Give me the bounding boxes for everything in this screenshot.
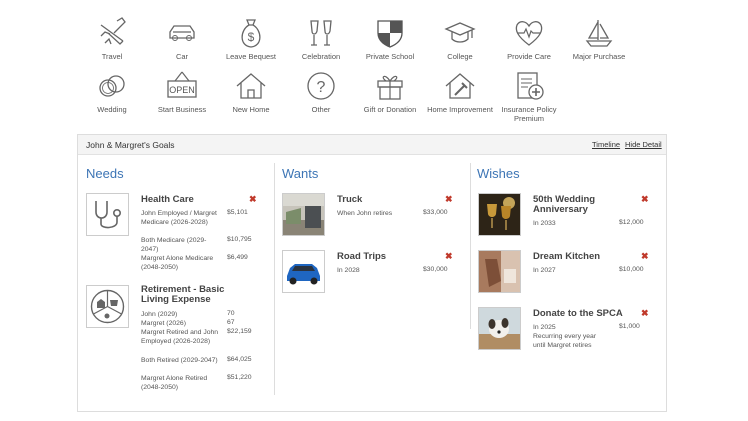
delete-goal-icon[interactable]: ✖: [641, 308, 649, 319]
goal-title: Truck: [337, 194, 363, 205]
svg-text:?: ?: [317, 79, 326, 96]
spca-photo: [478, 307, 521, 350]
delete-goal-icon[interactable]: ✖: [445, 194, 453, 205]
sailboat-icon: [585, 20, 613, 47]
anniversary-photo: [478, 193, 521, 236]
dog-image: [479, 308, 520, 349]
detail-label: Margret (2026): [141, 320, 186, 327]
hide-detail-link[interactable]: Hide Detail: [625, 140, 662, 149]
question-icon: ?: [307, 72, 335, 100]
car-icon: [169, 25, 195, 41]
category-label: Major Purchase: [572, 52, 626, 61]
money-bag-icon: $: [241, 19, 261, 48]
stethoscope-icon: [95, 201, 121, 229]
goal-amount: $30,000: [423, 266, 448, 273]
kitchen-photo: [478, 250, 521, 293]
house-icon: [236, 73, 266, 99]
detail-value: $51,220: [227, 374, 252, 381]
retirement-thumbnail: [86, 285, 129, 328]
detail-value: $64,025: [227, 356, 252, 363]
health-care-thumbnail: [86, 193, 129, 236]
goal-title: Health Care: [141, 194, 194, 205]
detail-value: $5,101: [227, 209, 248, 216]
rings-icon: [99, 75, 125, 97]
delete-goal-icon[interactable]: ✖: [445, 251, 453, 262]
blue-car-image: [283, 251, 324, 292]
needs-heading: Needs: [86, 166, 124, 181]
shield-icon: [377, 20, 403, 48]
svg-text:$: $: [248, 30, 255, 44]
goal-timing: In 2033: [533, 220, 556, 227]
heart-pulse-icon: [515, 21, 543, 46]
goals-panel-title: John & Margret's Goals: [86, 140, 175, 150]
detail-value: $22,159: [227, 328, 252, 335]
gift-icon: [377, 75, 403, 100]
detail-label: Margret Alone Medicare (2048-2050): [141, 255, 214, 271]
detail-label: Both Medicare (2029-2047): [141, 237, 207, 253]
goals-panel-header: John & Margret's Goals Timeline Hide Det…: [78, 135, 666, 155]
goal-timing: In 2025: [533, 324, 556, 331]
house-hammer-icon: [445, 73, 475, 99]
kitchen-image: [479, 251, 520, 292]
goal-amount: $33,000: [423, 209, 448, 216]
timeline-link[interactable]: Timeline: [592, 140, 620, 149]
open-sign-icon: OPEN: [167, 71, 197, 98]
goal-title: Road Trips: [337, 251, 387, 262]
goal-timing: When John retires: [337, 210, 393, 217]
road-trips-photo: [282, 250, 325, 293]
open-sign-text: OPEN: [169, 85, 195, 95]
truck-photo: [282, 193, 325, 236]
policy-document-icon: [517, 72, 544, 100]
detail-label: John (2029): [141, 311, 178, 318]
goal-note: Recurring every year until Margret retir…: [533, 333, 597, 349]
retirement-pie-icon: [90, 289, 125, 324]
delete-goal-icon[interactable]: ✖: [249, 194, 257, 205]
column-divider: [274, 163, 275, 395]
wishes-heading: Wishes: [477, 166, 520, 181]
wants-heading: Wants: [282, 166, 319, 181]
detail-value: 67: [227, 319, 235, 326]
detail-label: John Employed / Margret Medicare (2026-2…: [141, 210, 217, 226]
goals-panel: John & Margret's Goals Timeline Hide Det…: [77, 134, 667, 412]
goal-timing: In 2027: [533, 267, 556, 274]
truck-image: [283, 194, 324, 235]
delete-goal-icon[interactable]: ✖: [641, 194, 649, 205]
goal-amount: $12,000: [619, 219, 644, 226]
graduation-cap-icon: [444, 22, 476, 43]
goal-title: 50th Wedding Anniversary: [533, 194, 596, 215]
delete-goal-icon[interactable]: ✖: [641, 251, 649, 262]
wine-glasses-image: [479, 194, 520, 235]
column-divider: [470, 163, 471, 329]
goal-title: Donate to the SPCA: [533, 308, 623, 319]
goal-amount: $10,000: [619, 266, 644, 273]
category-label: Insurance Policy Premium: [501, 105, 557, 123]
goal-amount: $1,000: [619, 323, 640, 330]
goal-title: Retirement - Basic Living Expense: [141, 284, 225, 305]
goal-timing: In 2028: [337, 267, 360, 274]
goal-title: Dream Kitchen: [533, 251, 601, 262]
airplane-icon: [100, 17, 126, 45]
category-major-purchase[interactable]: Major Purchase: [554, 16, 644, 61]
champagne-glasses-icon: [310, 20, 332, 46]
detail-label: Margret Retired and John Employed (2026-…: [141, 329, 219, 345]
detail-value: $6,499: [227, 254, 248, 261]
detail-label: Margret Alone Retired (2048-2050): [141, 375, 208, 391]
detail-label: Both Retired (2029-2047): [141, 357, 218, 364]
category-insurance-premium[interactable]: Insurance Policy Premium: [484, 69, 574, 123]
detail-value: $10,795: [227, 236, 252, 243]
detail-value: 70: [227, 310, 235, 317]
